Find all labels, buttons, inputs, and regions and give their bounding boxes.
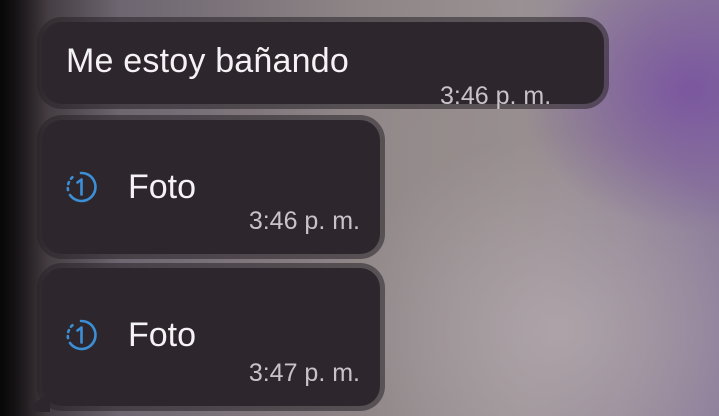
message-timestamp: 3:46 p. m. bbox=[248, 207, 360, 235]
photo-label: Foto bbox=[128, 168, 197, 206]
message-text: Me estoy bañando bbox=[66, 42, 349, 80]
message-bubble-view-once-photo[interactable]: Foto 3:46 p. m. bbox=[42, 120, 380, 254]
message-bubble-text[interactable]: Me estoy bañando 3:46 p. m. bbox=[42, 22, 604, 110]
photo-label: Foto bbox=[128, 316, 197, 354]
view-once-icon[interactable] bbox=[64, 170, 98, 204]
message-timestamp: 3:47 p. m. bbox=[248, 359, 360, 387]
view-once-icon[interactable] bbox=[64, 318, 98, 352]
message-timestamp: 3:46 p. m. bbox=[440, 82, 552, 110]
wallpaper-shadow bbox=[0, 0, 48, 416]
message-bubble-view-once-photo[interactable]: Foto 3:47 p. m. bbox=[42, 268, 380, 406]
